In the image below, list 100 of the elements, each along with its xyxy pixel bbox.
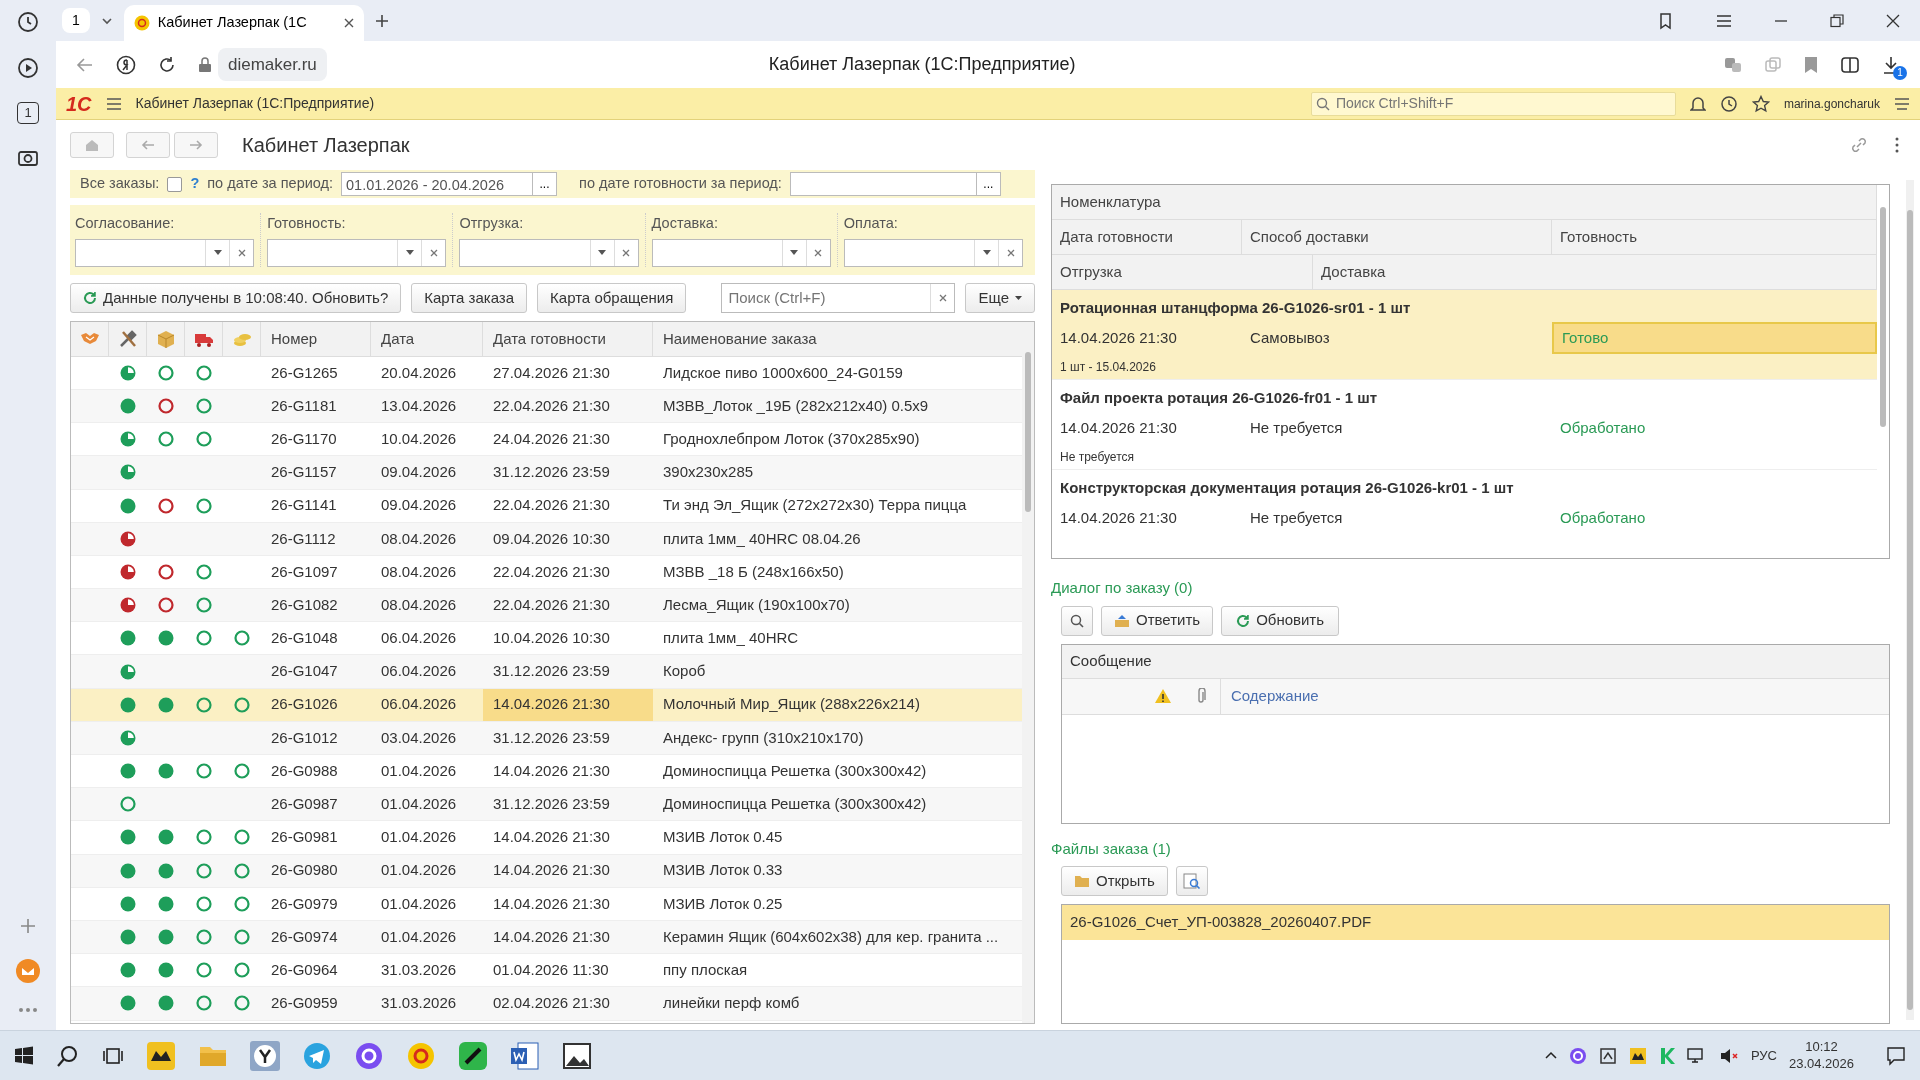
column-header[interactable]: Наименование заказа xyxy=(653,327,1022,350)
section-link[interactable]: Диалог по заказу (0) xyxy=(1051,577,1890,600)
reply-button[interactable]: Ответить xyxy=(1101,605,1214,636)
table-row[interactable]: 26-G0987 01.04.2026 31.12.2026 23:59 Доминоспицца Решетка (300x300x42) xyxy=(71,788,1022,822)
table-cell-text: 31.12.2026 23:59 xyxy=(492,727,611,748)
bookmarks-icon[interactable] xyxy=(1658,11,1674,30)
address-field[interactable]: diemaker.ru xyxy=(218,47,327,82)
bookmark-icon[interactable] xyxy=(1804,55,1818,74)
preview-button[interactable] xyxy=(1175,866,1208,896)
table-row[interactable]: 26-G0981 01.04.2026 14.04.2026 21:30 МЗИВ Лоток 0.45 xyxy=(71,821,1022,855)
translate-icon[interactable] xyxy=(1724,55,1742,74)
restore-icon[interactable] xyxy=(1830,13,1844,28)
user-name[interactable]: marina.goncharuk xyxy=(1783,94,1880,113)
column-header[interactable]: Отгрузка xyxy=(1052,255,1313,289)
table-cell-text: 06.04.2026 xyxy=(380,661,458,682)
help-link[interactable]: ? xyxy=(190,173,200,195)
table-cell-text: 31.12.2026 23:59 xyxy=(492,794,611,815)
play-icon[interactable] xyxy=(16,56,40,80)
open-button[interactable]: Открыть xyxy=(1061,866,1168,896)
table-row[interactable]: 26-G1082 08.04.2026 22.04.2026 21:30 Лесма_Ящик (190x100x70) xyxy=(71,589,1022,623)
table-row[interactable]: 26-G1047 06.04.2026 31.12.2026 23:59 Короб xyxy=(71,655,1022,689)
list-item[interactable]: Ротационная штанцформа 26-G1026-sr01 - 1 шт 14.04.2026 21:30 Самовывоз Готово 1 шт - 15.04.2026 xyxy=(1052,290,1877,380)
table-row[interactable]: 26-G1026 06.04.2026 14.04.2026 21:30 Молочный Мир_Ящик (288x226x214) xyxy=(71,688,1022,722)
list-item[interactable]: Файл проекта ротация 26-G1026-fr01 - 1 шт 14.04.2026 21:30 Не требуется Обработано Не требуется xyxy=(1052,380,1877,470)
table-cell-text: 26-G0979 xyxy=(270,893,339,914)
more-button[interactable]: Еще xyxy=(965,282,1035,313)
volume-icon[interactable] xyxy=(1718,1046,1739,1065)
star-icon[interactable] xyxy=(1751,94,1770,113)
clear-icon[interactable] xyxy=(938,293,947,302)
tab-counter[interactable]: 1 xyxy=(62,8,90,33)
app-icon[interactable] xyxy=(1628,1046,1647,1065)
list-item[interactable]: Конструкторская документация ротация 26-G1026-kr01 - 1 шт 14.04.2026 21:30 Не требуется Обработано xyxy=(1052,470,1877,534)
close-icon[interactable] xyxy=(1886,13,1900,28)
image-icon[interactable] xyxy=(562,1040,592,1071)
browser-logo-icon[interactable] xyxy=(116,54,136,75)
menu-icon[interactable] xyxy=(1716,13,1732,28)
app-icon[interactable] xyxy=(458,1040,488,1071)
section-link[interactable]: Файлы заказа (1) xyxy=(1051,837,1890,860)
sidebar-tab-counter[interactable]: 1 xyxy=(17,102,39,124)
search-box[interactable]: Поиск Ctrl+Shift+F xyxy=(1310,91,1676,116)
reload-icon[interactable] xyxy=(158,55,176,74)
more-icon[interactable] xyxy=(1894,137,1900,153)
table-row[interactable]: 26-G1112 08.04.2026 09.04.2026 10:30 плита 1мм_ 40HRC 08.04.26 xyxy=(71,522,1022,556)
clock-time[interactable]: 10:12 xyxy=(1805,1038,1838,1056)
windows-icon[interactable] xyxy=(14,1045,34,1066)
app-icon[interactable] xyxy=(1598,1046,1617,1065)
clock-date[interactable]: 23.04.2026 xyxy=(1788,1055,1854,1073)
toolbar-button[interactable]: Карта обращения xyxy=(537,282,687,313)
checkbox[interactable] xyxy=(167,176,183,192)
table-cell-text: 27.04.2026 21:30 xyxy=(492,362,611,383)
table-cell-text: 31.03.2026 xyxy=(380,959,458,980)
zoom-button[interactable] xyxy=(1061,605,1093,636)
bell-icon[interactable] xyxy=(1689,94,1706,113)
messenger-icon[interactable] xyxy=(354,1040,384,1071)
warning-icon xyxy=(1154,688,1172,704)
menu-icon[interactable] xyxy=(1894,96,1910,111)
column-header[interactable]: Сообщение xyxy=(1062,644,1889,679)
column-header[interactable]: Дата готовности xyxy=(483,321,653,356)
scrollbar[interactable] xyxy=(1906,180,1914,1020)
history-icon[interactable] xyxy=(16,10,40,34)
column-header[interactable]: Номер xyxy=(261,321,371,356)
browser-tab[interactable]: Кабинет Лазерпак (1С xyxy=(123,5,364,41)
link-icon[interactable] xyxy=(1850,136,1868,154)
filter-label: по дате готовности за период: xyxy=(579,174,782,194)
scrollbar[interactable] xyxy=(1022,321,1034,1023)
telegram-icon[interactable] xyxy=(302,1040,332,1071)
toolbar-button[interactable]: Карта заказа xyxy=(411,282,528,313)
back-icon[interactable] xyxy=(76,55,94,74)
notification-icon[interactable] xyxy=(1886,1045,1906,1066)
table-cell-text: 26-G1048 xyxy=(270,628,339,649)
search-box[interactable]: Поиск (Ctrl+F) xyxy=(721,282,956,313)
table-row[interactable]: 26-G1141 09.04.2026 22.04.2026 21:30 Ти энд Эл_Ящик (272x272x30) Терра пицца xyxy=(71,489,1022,523)
app-icon[interactable] xyxy=(146,1040,176,1071)
table-row[interactable]: 26-G1157 09.04.2026 31.12.2026 23:59 390x230x285 xyxy=(71,456,1022,490)
close-icon[interactable] xyxy=(343,18,354,28)
table-row[interactable]: 26-G1265 20.04.2026 27.04.2026 21:30 Лидское пиво 1000x600_24-G0159 xyxy=(71,356,1022,390)
filter-label: Согласование: xyxy=(75,214,176,233)
search-field[interactable]: Поиск Ctrl+Shift+F xyxy=(1333,92,1664,115)
column-header[interactable]: Способ доставки xyxy=(1242,220,1552,254)
table-row[interactable]: 26-G1181 13.04.2026 22.04.2026 21:30 МЗВВ_Лоток _19Б (282x212x40) 0.5x9 xyxy=(71,389,1022,424)
column-header[interactable]: Дата xyxy=(371,321,483,356)
table-cell-text: МЗИВ Лоток 0.33 xyxy=(662,860,784,881)
collections-icon[interactable] xyxy=(1840,54,1860,75)
menu-icon[interactable] xyxy=(105,96,122,111)
file-item[interactable]: 26-G1026_Счет_УП-003828_20260407.PDF xyxy=(1062,905,1889,940)
plus-icon[interactable] xyxy=(373,12,390,29)
language-indicator[interactable]: РУС xyxy=(1750,1045,1777,1066)
document-icon[interactable] xyxy=(510,1040,540,1071)
table-row[interactable]: 26-G0980 01.04.2026 14.04.2026 21:30 МЗИВ Лоток 0.33 xyxy=(71,854,1022,888)
history-icon[interactable] xyxy=(1719,94,1738,113)
download-icon[interactable] xyxy=(1882,54,1900,75)
table-row[interactable]: 26-G1012 03.04.2026 31.12.2026 23:59 Андекс- групп (310x210x170) xyxy=(71,721,1022,755)
refresh-button[interactable]: Данные получены в 10:08:40. Обновить? xyxy=(70,282,402,313)
refresh-button[interactable]: Обновить xyxy=(1221,605,1340,636)
table-row[interactable]: 26-G0979 01.04.2026 14.04.2026 21:30 МЗИВ Лоток 0.25 xyxy=(71,887,1022,921)
table-row[interactable]: 26-G0974 01.04.2026 14.04.2026 21:30 Керамин Ящик (604x602x38) для кер. гранита ... xyxy=(71,920,1022,955)
column-header[interactable]: Дата готовности xyxy=(1052,220,1242,254)
table-row[interactable]: 26-G0959 31.03.2026 02.04.2026 21:30 линейки перф комб xyxy=(71,987,1022,1021)
browser-icon[interactable] xyxy=(250,1040,280,1071)
search-icon[interactable] xyxy=(56,1043,80,1068)
